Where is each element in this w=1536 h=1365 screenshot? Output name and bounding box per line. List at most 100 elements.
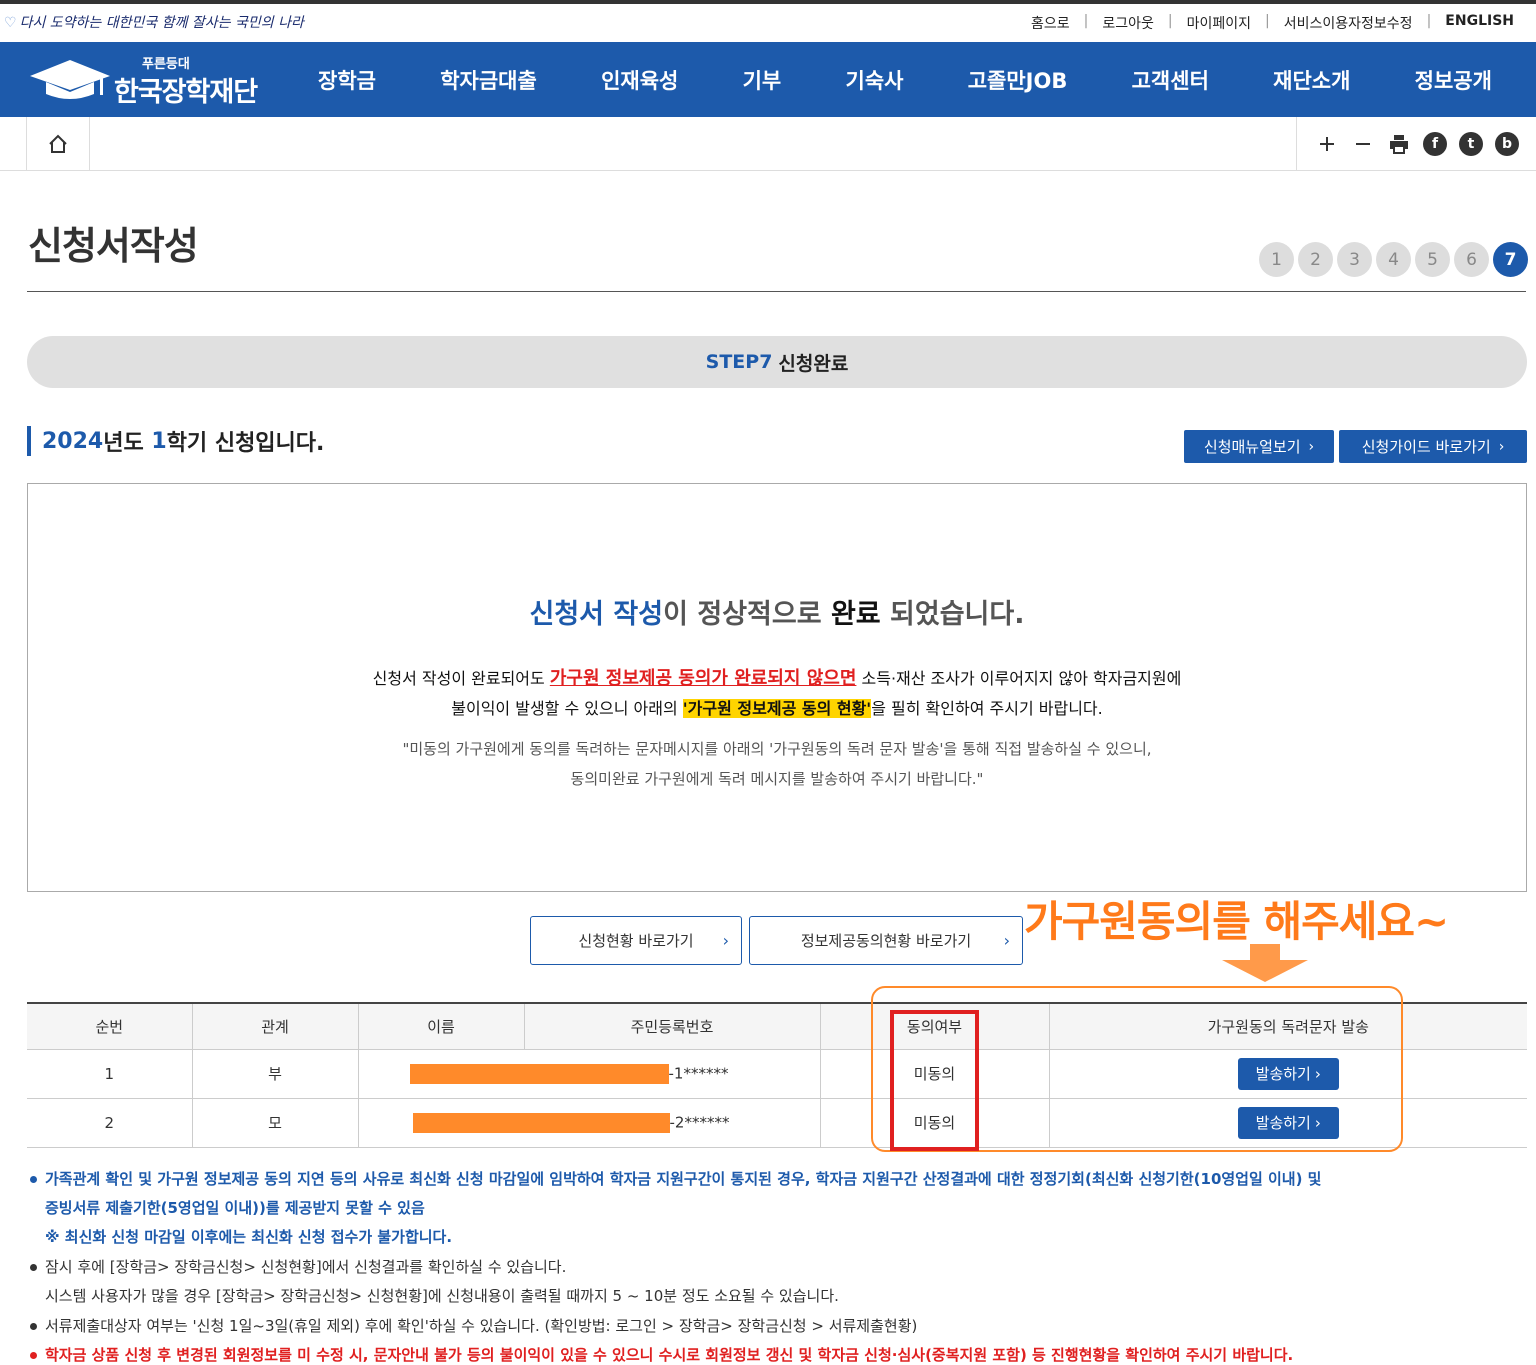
row-resident-id: -1******	[668, 1064, 729, 1082]
col-no: 순번	[27, 1003, 193, 1050]
note-deadline: 가족관계 확인 및 가구원 정보제공 동의 지연 등의 사유로 최신화 신청 마…	[30, 1168, 1321, 1189]
step-3: 3	[1337, 242, 1372, 277]
household-consent-table: 순번 관계 이름 주민등록번호 동의여부 가구원동의 독려문자 발송 1 부 -…	[27, 1002, 1527, 1148]
zoom-out-button[interactable]	[1345, 126, 1381, 162]
step-indicator: 1 2 3 4 5 6 7	[1259, 242, 1528, 277]
semester-heading: 2024 년도 1 학기 신청입니다.	[27, 426, 324, 456]
consent-status-button[interactable]: 정보제공동의현황 바로가기 ›	[749, 916, 1023, 965]
row-consent: 미동의	[819, 1048, 1050, 1099]
heart-icon: ♡	[4, 15, 17, 31]
menu-scholarship[interactable]: 장학금	[300, 65, 394, 95]
menu-donation[interactable]: 기부	[725, 65, 800, 95]
bullet-icon	[30, 1176, 37, 1183]
reminder-quote-line2: 동의미완료 가구원에게 독려 메시지를 발송하여 주시기 바랍니다."	[570, 770, 984, 788]
global-navigation: 푸른등대 한국장학재단 장학금 학자금대출 인재육성 기부 기숙사 고졸만JOB…	[0, 42, 1536, 117]
view-manual-button[interactable]: 신청매뉴얼보기 ›	[1184, 430, 1334, 463]
menu-dormitory[interactable]: 기숙사	[828, 65, 922, 95]
note-check-result-cont: 시스템 사용자가 많을 경우 [장학금> 장학금신청> 신청현황]에 신청내용이…	[45, 1287, 839, 1305]
link-edit-user-info[interactable]: 서비스이용자정보수정	[1284, 13, 1413, 33]
table-row: 2 모 -2****** 미동의 발송하기 ›	[27, 1097, 1527, 1148]
table-row: 1 부 -1****** 미동의 발송하기 ›	[27, 1048, 1527, 1099]
step-4: 4	[1376, 242, 1411, 277]
row-send-cell: 발송하기 ›	[1048, 1048, 1527, 1099]
chevron-right-icon: ›	[722, 931, 729, 950]
print-button[interactable]	[1381, 126, 1417, 162]
link-mypage[interactable]: 마이페이지	[1187, 13, 1251, 33]
logo-title: 한국장학재단	[114, 77, 258, 108]
graduation-cap-icon	[30, 60, 110, 99]
menu-about[interactable]: 재단소개	[1255, 65, 1368, 95]
main-menu: 장학금 학자금대출 인재육성 기부 기숙사 고졸만JOB 고객센터 재단소개 정…	[300, 42, 1510, 117]
view-manual-label: 신청매뉴얼보기	[1203, 438, 1301, 456]
menu-disclosure[interactable]: 정보공개	[1397, 65, 1510, 95]
send-reminder-button[interactable]: 발송하기 ›	[1237, 1057, 1339, 1090]
note-deadline-cont: 증빙서류 제출기한(5영업일 이내))를 제공받지 못할 수 있음	[45, 1199, 425, 1217]
menu-customer-center[interactable]: 고객센터	[1114, 65, 1227, 95]
divider: |	[1426, 13, 1432, 29]
note-deadline-warning: ※ 최신화 신청 마감일 이후에는 최신화 신청 접수가 불가합니다.	[45, 1228, 453, 1246]
semester-year: 2024	[42, 428, 104, 454]
print-icon	[1390, 135, 1408, 154]
link-home[interactable]: 홈으로	[1031, 13, 1070, 33]
redacted-name-mask	[409, 1063, 669, 1084]
chevron-right-icon: ›	[1308, 438, 1315, 455]
consent-warning-emphasis: 가구원 정보제공 동의가 완료되지 않으면	[549, 668, 857, 689]
row-send-cell: 발송하기 ›	[1048, 1097, 1527, 1148]
table-header-row: 순번 관계 이름 주민등록번호 동의여부 가구원동의 독려문자 발송	[27, 1003, 1527, 1050]
page-title: 신청서작성	[28, 224, 199, 268]
annotation-arrow-icon	[1222, 944, 1308, 982]
row-name-id-cell: -2******	[357, 1097, 821, 1148]
government-slogan: ♡ 다시 도약하는 대한민국 함께 잘사는 국민의 나라	[4, 15, 304, 31]
consent-warning-line1: 신청서 작성이 완료되어도 가구원 정보제공 동의가 완료되지 않으면 소득·재…	[372, 668, 1182, 689]
consent-status-highlight: '가구원 정보제공 동의 현황'	[682, 699, 872, 718]
application-status-label: 신청현황 바로가기	[578, 932, 694, 950]
kosaf-logo[interactable]: 푸른등대 한국장학재단	[28, 50, 278, 110]
blog-icon: b	[1495, 132, 1519, 156]
send-reminder-button[interactable]: 발송하기 ›	[1237, 1106, 1339, 1139]
page-toolbar: f t b	[0, 117, 1536, 171]
step-label: 신청완료	[778, 352, 849, 375]
guide-link-button[interactable]: 신청가이드 바로가기 ›	[1339, 430, 1527, 463]
col-resident-id: 주민등록번호	[523, 1003, 821, 1050]
home-icon	[49, 134, 67, 153]
home-button[interactable]	[26, 117, 90, 171]
application-status-button[interactable]: 신청현황 바로가기 ›	[530, 916, 742, 965]
utility-links: 홈으로 | 로그아웃 | 마이페이지 | 서비스이용자정보수정 | ENGLISH	[1031, 13, 1514, 33]
completion-title: 신청서 작성이 정상적으로 완료 되었습니다.	[529, 599, 1025, 630]
menu-talent[interactable]: 인재육성	[583, 65, 696, 95]
page-tools: f t b	[1296, 117, 1536, 171]
consent-status-label: 정보제공동의현황 바로가기	[800, 932, 972, 950]
twitter-icon: t	[1459, 132, 1483, 156]
step-5: 5	[1415, 242, 1450, 277]
menu-job[interactable]: 고졸만JOB	[950, 65, 1086, 95]
bullet-icon	[30, 1352, 37, 1359]
note-check-result: 잠시 후에 [장학금> 장학금신청> 신청현황]에서 신청결과를 확인하실 수 …	[30, 1256, 566, 1277]
blog-share-button[interactable]: b	[1489, 126, 1525, 162]
row-no: 2	[27, 1097, 193, 1148]
zoom-in-button[interactable]	[1309, 126, 1345, 162]
reminder-quote-line1: "미동의 가구원에게 동의를 독려하는 문자메시지를 아래의 '가구원동의 독려…	[402, 740, 1152, 758]
chevron-right-icon: ›	[1314, 1113, 1321, 1132]
facebook-share-button[interactable]: f	[1417, 126, 1453, 162]
step-1: 1	[1259, 242, 1294, 277]
bullet-icon	[30, 1264, 37, 1271]
menu-student-loan[interactable]: 학자금대출	[422, 65, 555, 95]
semester-term-suffix: 학기 신청입니다.	[166, 431, 325, 456]
chevron-right-icon: ›	[1314, 1064, 1321, 1083]
semester-year-suffix: 년도	[103, 431, 152, 456]
divider: |	[1083, 13, 1089, 29]
link-logout[interactable]: 로그아웃	[1102, 13, 1154, 33]
col-relation: 관계	[191, 1003, 359, 1050]
link-english[interactable]: ENGLISH	[1445, 13, 1514, 33]
twitter-share-button[interactable]: t	[1453, 126, 1489, 162]
step-2: 2	[1298, 242, 1333, 277]
plus-icon	[1320, 137, 1334, 151]
chevron-right-icon: ›	[1003, 931, 1010, 950]
row-relation: 부	[191, 1048, 359, 1099]
redacted-name-mask	[412, 1112, 670, 1133]
row-resident-id: -2******	[669, 1113, 730, 1131]
col-consent: 동의여부	[819, 1003, 1050, 1050]
step-number: STEP7	[705, 351, 773, 373]
chevron-right-icon: ›	[1498, 438, 1505, 455]
title-divider	[27, 291, 1526, 292]
